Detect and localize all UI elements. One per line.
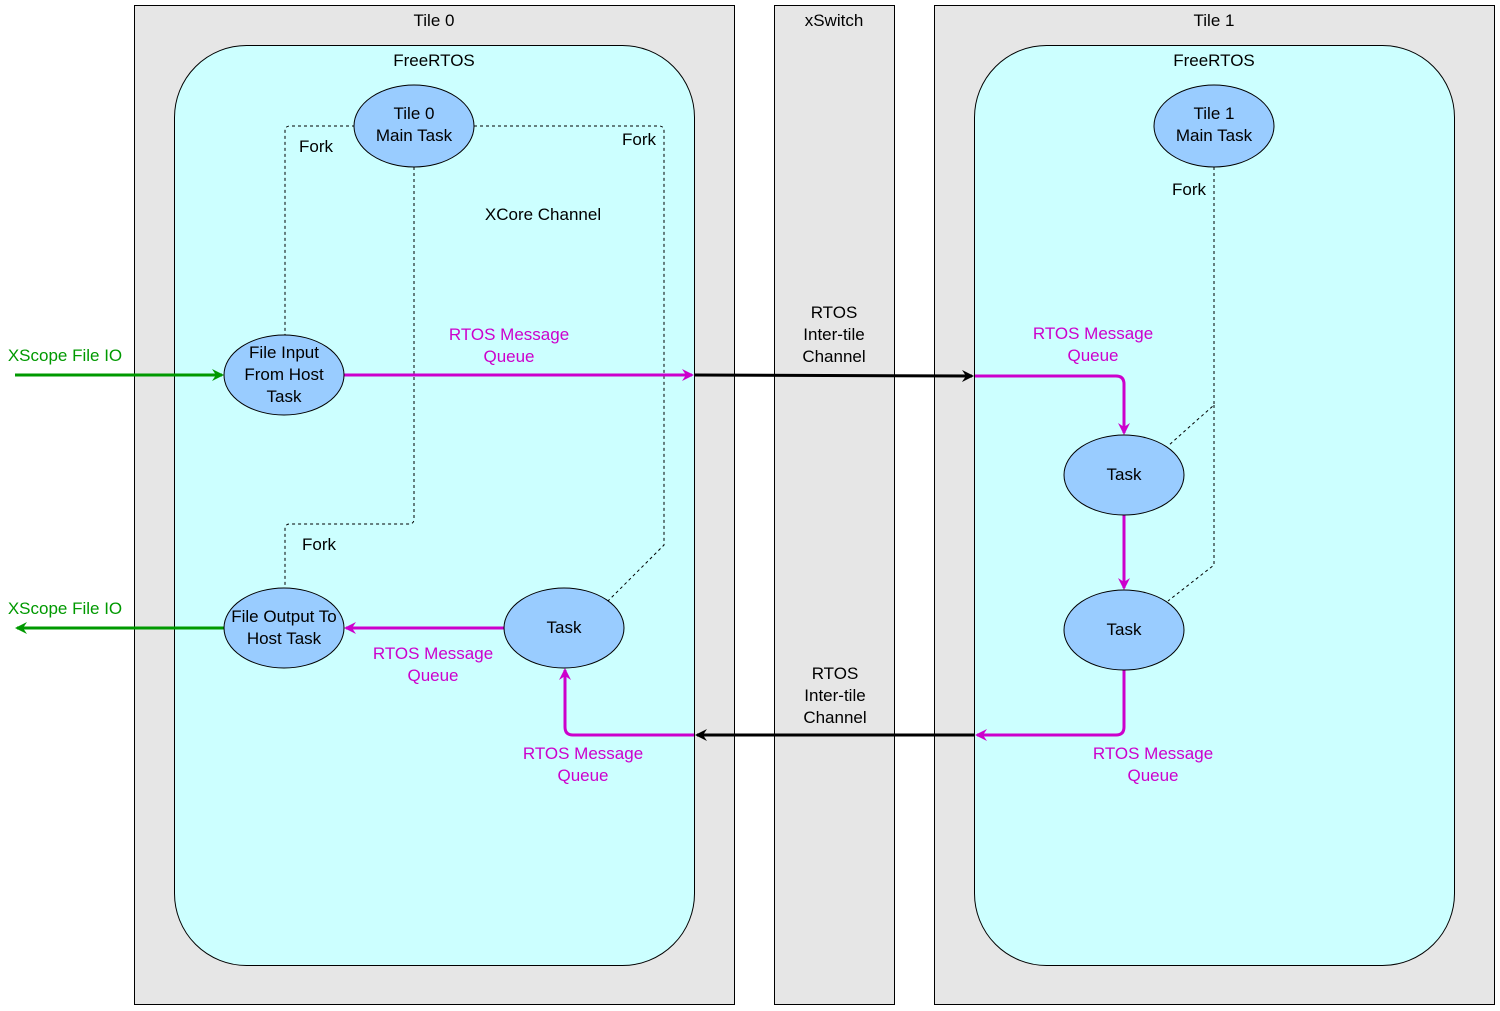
mq-label-line2: Queue	[557, 766, 608, 785]
xscope-input-label: XScope File IO	[8, 346, 122, 365]
tile0-main-task-node[interactable]: Tile 0 Main Task	[353, 84, 475, 168]
tile0-task-node[interactable]: Task	[503, 587, 625, 669]
intertile-label-line3: Channel	[802, 347, 865, 366]
mq-label-line1: RTOS Message	[1093, 744, 1213, 763]
mq-label-line2: Queue	[483, 347, 534, 366]
tile1-freertos-container: FreeRTOS	[974, 45, 1455, 966]
task-label: Main Task	[1176, 126, 1253, 145]
task-label: File Output To	[231, 607, 337, 626]
xcore-channel-label: XCore Channel	[485, 205, 601, 224]
intertile-label-line2: Inter-tile	[803, 325, 864, 344]
intertile-channel-tile0-to-tile1: RTOS Inter-tile Channel	[693, 303, 974, 382]
task-label: File Input	[249, 343, 319, 362]
task-label: Host Task	[247, 629, 322, 648]
mq-label-line2: Queue	[407, 666, 458, 685]
task-label: Task	[1107, 465, 1142, 484]
mq-label-line2: Queue	[1067, 346, 1118, 365]
fork-label: Fork	[622, 130, 657, 149]
xscope-output-label: XScope File IO	[8, 599, 122, 618]
mq-label-line1: RTOS Message	[373, 644, 493, 663]
tile1-task-b-node[interactable]: Task	[1063, 589, 1185, 671]
task-label: Task	[547, 618, 582, 637]
file-input-task-node[interactable]: File Input From Host Task	[223, 334, 345, 416]
mq-label-line2: Queue	[1127, 766, 1178, 785]
tile1-main-task-node[interactable]: Tile 1 Main Task	[1153, 84, 1275, 168]
mq-label-line1: RTOS Message	[1033, 324, 1153, 343]
fork-label: Fork	[302, 535, 337, 554]
tile1-title: Tile 1	[1194, 11, 1235, 30]
tile1-freertos-label: FreeRTOS	[1173, 51, 1255, 70]
tile0-freertos-container: FreeRTOS	[174, 45, 695, 966]
fork-label: Fork	[299, 137, 334, 156]
task-label: Tile 0	[394, 104, 435, 123]
intertile-label-line1: RTOS	[812, 664, 859, 683]
task-label: Tile 1	[1194, 104, 1235, 123]
intertile-channel-tile1-to-tile0: RTOS Inter-tile Channel	[695, 664, 975, 741]
tile1-task-a-node[interactable]: Task	[1063, 434, 1185, 516]
task-label: Task	[267, 387, 302, 406]
tile0-title: Tile 0	[414, 11, 455, 30]
architecture-diagram: Tile 0 xSwitch Tile 1 FreeRTOS FreeRTOS …	[8, 5, 1495, 1005]
fork-label: Fork	[1172, 180, 1207, 199]
file-output-task-node[interactable]: File Output To Host Task	[223, 587, 345, 669]
mq-label-line1: RTOS Message	[449, 325, 569, 344]
mq-label-line1: RTOS Message	[523, 744, 643, 763]
tile0-freertos-label: FreeRTOS	[393, 51, 475, 70]
task-label: Task	[1107, 620, 1142, 639]
intertile-label-line1: RTOS	[811, 303, 858, 322]
xswitch-panel: xSwitch	[774, 5, 895, 1005]
task-label: From Host	[244, 365, 324, 384]
intertile-label-line3: Channel	[803, 708, 866, 727]
task-label: Main Task	[376, 126, 453, 145]
intertile-label-line2: Inter-tile	[804, 686, 865, 705]
xswitch-title: xSwitch	[805, 11, 864, 30]
